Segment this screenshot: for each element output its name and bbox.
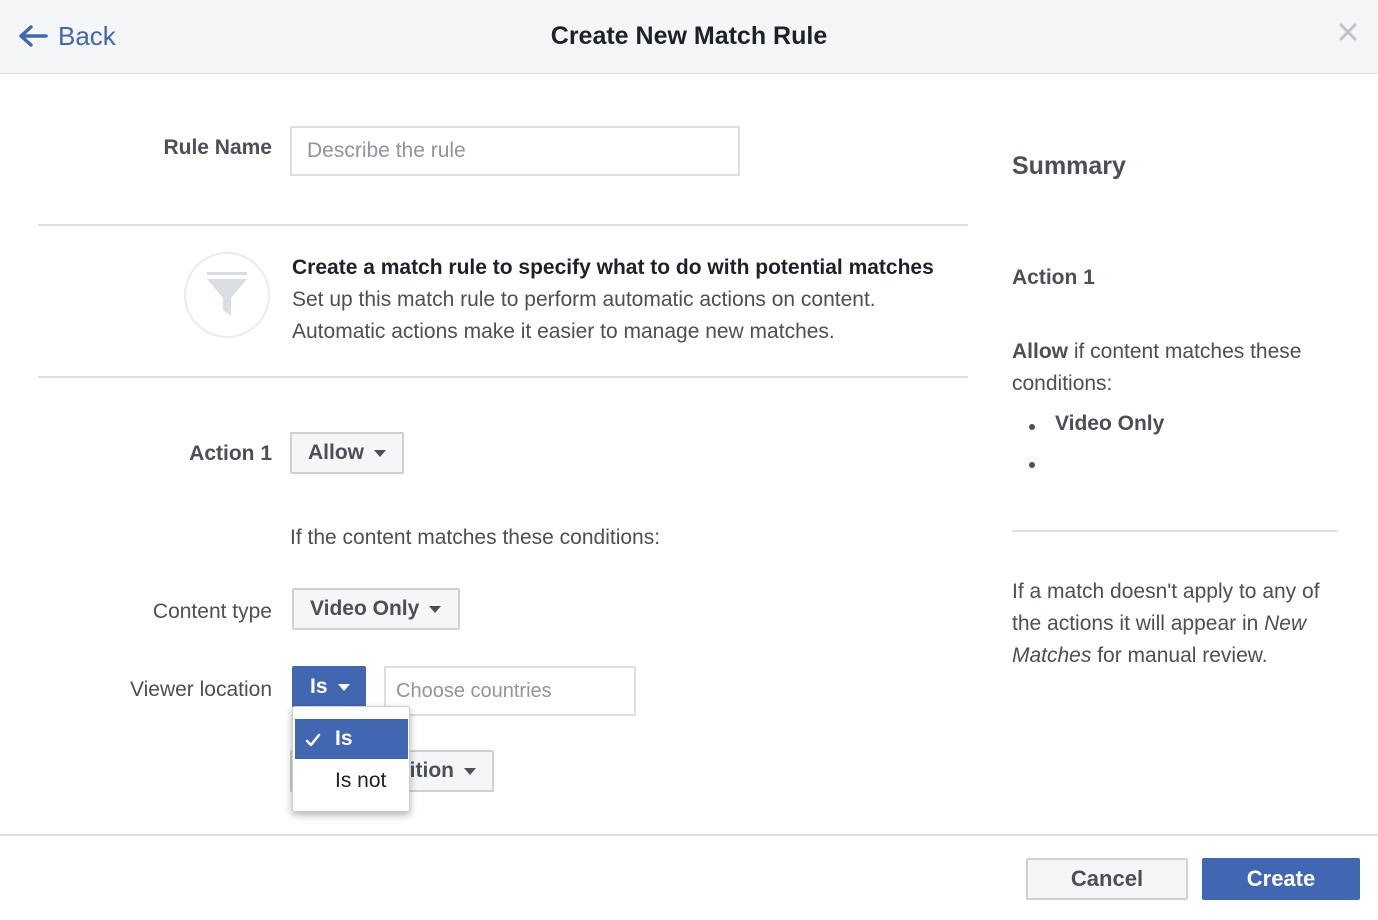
dialog-title: Create New Match Rule [550, 22, 828, 50]
action-label: Action 1 [189, 442, 272, 465]
menu-item-label: Is not [335, 769, 387, 792]
countries-input[interactable]: Choose countries [384, 666, 636, 716]
chevron-down-icon [464, 767, 476, 775]
section-divider [38, 224, 968, 226]
conditions-intro: If the content matches these conditions: [290, 526, 661, 549]
summary-action-heading: Action 1 [1012, 266, 1095, 289]
location-operator-select[interactable]: Is [292, 666, 366, 708]
summary-bullet-text: Video Only [1055, 412, 1165, 435]
content-type-value: Video Only [310, 597, 420, 620]
footnote-line-1: If a match doesn't apply to any of [1012, 580, 1320, 603]
summary-footnote: If a match doesn't apply to any of the a… [1012, 576, 1320, 672]
summary-action-rest: if content matches these [1068, 340, 1302, 363]
rule-name-placeholder: Describe the rule [307, 139, 466, 162]
menu-item-is[interactable]: Is [295, 719, 408, 759]
summary-title: Summary [1012, 152, 1126, 180]
section-divider [38, 376, 968, 378]
summary-action-rest-2: conditions: [1012, 372, 1113, 395]
info-line-1: Set up this match rule to perform automa… [292, 288, 876, 311]
chevron-down-icon [337, 683, 350, 691]
summary-bullet [1029, 424, 1035, 430]
footnote-emphasis: Matches [1012, 644, 1092, 667]
footnote-emphasis: New [1264, 612, 1307, 635]
cancel-button[interactable]: Cancel [1026, 858, 1188, 900]
summary-action-word: Allow [1012, 340, 1068, 363]
summary-bullet [1029, 462, 1035, 468]
check-icon [305, 733, 321, 747]
info-line-2: Automatic actions make it easier to mana… [292, 320, 835, 343]
footnote-line-3: for manual review. [1091, 644, 1268, 667]
chevron-down-icon [374, 449, 386, 457]
menu-item-label: Is [335, 727, 353, 750]
location-operator-menu: Is Is not [292, 706, 410, 812]
info-title: Create a match rule to specify what to d… [292, 256, 934, 279]
countries-placeholder: Choose countries [396, 679, 552, 702]
rule-name-label: Rule Name [163, 136, 272, 159]
rule-name-input[interactable]: Describe the rule [290, 126, 740, 176]
content-type-label: Content type [152, 600, 272, 623]
viewer-location-label: Viewer location [129, 678, 272, 701]
dialog-header: Back Create New Match Rule [0, 0, 1378, 74]
menu-item-is-not[interactable]: Is not [295, 761, 408, 801]
summary-action-desc: Allow if content matches these condition… [1012, 336, 1301, 400]
content-type-select[interactable]: Video Only [292, 588, 460, 630]
location-operator-value: Is [310, 675, 328, 698]
create-button[interactable]: Create [1202, 858, 1360, 900]
add-condition-label: ition [409, 759, 454, 782]
close-icon[interactable] [1336, 20, 1360, 44]
action-select-value: Allow [308, 441, 364, 464]
funnel-icon [207, 272, 247, 316]
footnote-line-2: the actions it will appear in [1012, 612, 1265, 635]
summary-divider [1012, 530, 1338, 532]
chevron-down-icon [429, 605, 442, 613]
funnel-badge [184, 252, 270, 338]
action-select[interactable]: Allow [290, 432, 404, 474]
